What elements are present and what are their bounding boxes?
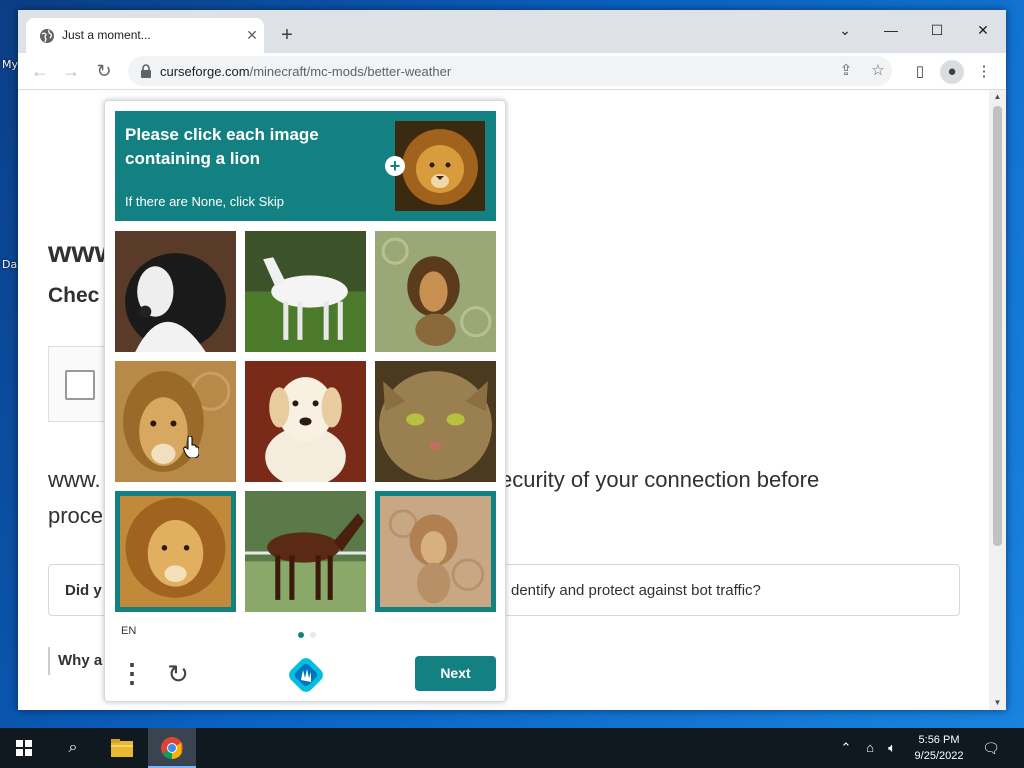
page-subheading: Chec — [48, 284, 100, 307]
tab-search-icon[interactable]: ⌄ — [822, 16, 868, 44]
next-button[interactable]: Next — [415, 656, 496, 691]
faq-end-text: dentify and protect against bot traffic? — [511, 582, 761, 599]
refresh-icon[interactable]: ↻ — [163, 659, 193, 689]
tab-active[interactable]: Just a moment... ✕ — [26, 18, 264, 53]
dog-image — [115, 231, 236, 352]
chrome-icon — [161, 737, 183, 759]
network-icon[interactable]: ⌂ — [862, 738, 878, 758]
hcaptcha-logo-icon[interactable] — [289, 658, 323, 692]
reload-button[interactable]: ↻ — [92, 59, 116, 83]
grid-tile-lion-selected[interactable] — [115, 491, 236, 612]
menu-kebab-icon[interactable]: ⋮ — [972, 60, 996, 84]
scrollbar[interactable]: ▲ ▼ — [989, 90, 1006, 710]
grid-tile-horse[interactable] — [245, 231, 366, 352]
language-selector[interactable]: EN — [121, 625, 136, 637]
paragraph-end: ecurity of your connection before — [500, 467, 820, 492]
horse-image — [245, 231, 366, 352]
grid-tile-lion-selected[interactable] — [375, 491, 496, 612]
captcha-challenge: Please click each image containing a lio… — [104, 100, 506, 702]
globe-icon — [40, 29, 54, 43]
menu-kebab-icon[interactable]: ⋮ — [117, 659, 147, 689]
page-dot — [310, 632, 316, 638]
url-path: /minecraft/mc-mods/better-weather — [249, 64, 452, 79]
address-bar[interactable]: curseforge.com/minecraft/mc-mods/better-… — [128, 56, 892, 86]
expand-example-icon[interactable]: + — [385, 156, 405, 176]
system-clock[interactable]: 5:56 PM 9/25/2022 — [906, 732, 972, 764]
share-icon[interactable]: ⇪ — [836, 61, 856, 81]
page-dot-active — [298, 632, 304, 638]
example-lion-image — [395, 121, 485, 211]
bookmark-star-icon[interactable]: ☆ — [868, 61, 888, 81]
url-text[interactable]: curseforge.com/minecraft/mc-mods/better-… — [160, 64, 451, 79]
maximize-button[interactable]: ☐ — [914, 16, 960, 44]
side-panel-icon[interactable]: ▯ — [908, 60, 932, 84]
grid-tile-dog[interactable] — [115, 231, 236, 352]
file-explorer-icon[interactable] — [98, 728, 146, 768]
url-domain: curseforge.com — [160, 64, 250, 79]
lock-icon[interactable] — [140, 64, 152, 78]
minimize-button[interactable]: — — [868, 16, 914, 44]
captcha-skip-hint: If there are None, click Skip — [125, 194, 284, 209]
faq-start: Did y — [65, 582, 102, 599]
close-tab-icon[interactable]: ✕ — [244, 27, 260, 43]
browser-toolbar: ← → ↻ curseforge.com/minecraft/mc-mods/b… — [18, 53, 1006, 90]
lion-image — [375, 231, 496, 352]
scroll-up-icon[interactable]: ▲ — [989, 90, 1006, 104]
scroll-thumb[interactable] — [993, 106, 1002, 546]
chevron-up-icon[interactable]: ⌃ — [838, 738, 854, 758]
grid-tile-cat[interactable] — [375, 361, 496, 482]
folder-icon — [111, 739, 133, 757]
clock-date: 9/25/2022 — [914, 750, 964, 762]
clock-time: 5:56 PM — [918, 734, 960, 746]
grid-tile-dog[interactable] — [245, 361, 366, 482]
faq-end: dentify and protect against bot traffic? — [511, 582, 761, 599]
desktop-icon-label[interactable]: Da — [2, 258, 17, 271]
volume-icon[interactable]: 🔈︎ — [884, 738, 900, 758]
lion-image — [380, 496, 491, 607]
windows-start-icon[interactable] — [16, 740, 32, 756]
captcha-prompt: Please click each image containing a lio… — [125, 125, 319, 168]
paragraph-line2: proce — [48, 503, 104, 528]
profile-avatar-icon[interactable]: ● — [940, 60, 964, 84]
search-icon[interactable]: ⌕ — [63, 738, 83, 758]
new-tab-button[interactable]: + — [276, 24, 298, 46]
forward-button[interactable]: → — [59, 59, 83, 83]
dog-image — [245, 361, 366, 482]
back-button[interactable]: ← — [28, 59, 52, 83]
captcha-header: Please click each image containing a lio… — [115, 111, 496, 221]
scroll-down-icon[interactable]: ▼ — [989, 696, 1006, 710]
grid-tile-lion[interactable] — [375, 231, 496, 352]
desktop-icon-label[interactable]: My — [2, 58, 18, 71]
grid-tile-horse[interactable] — [245, 491, 366, 612]
lion-image — [115, 361, 236, 482]
paragraph-start: www. — [48, 467, 101, 492]
notification-icon[interactable]: 🗨︎ — [980, 737, 1002, 759]
chrome-taskbar-icon[interactable] — [148, 728, 196, 768]
verify-checkbox[interactable] — [65, 370, 95, 400]
mouse-cursor-icon — [183, 436, 199, 458]
cat-image — [375, 361, 496, 482]
image-grid — [115, 231, 496, 612]
why-section: Why a — [48, 647, 102, 675]
lion-image — [120, 496, 231, 607]
tab-title: Just a moment... — [62, 28, 151, 42]
taskbar: ⌕ ⌃ ⌂ 🔈︎ 5:56 PM 9/25/2022 🗨︎ — [0, 728, 1024, 768]
close-window-button[interactable]: ✕ — [960, 16, 1006, 44]
horse-image — [245, 491, 366, 612]
tab-strip: Just a moment... ✕ + ⌄ — ☐ ✕ — [18, 10, 1006, 53]
grid-tile-lion[interactable] — [115, 361, 236, 482]
